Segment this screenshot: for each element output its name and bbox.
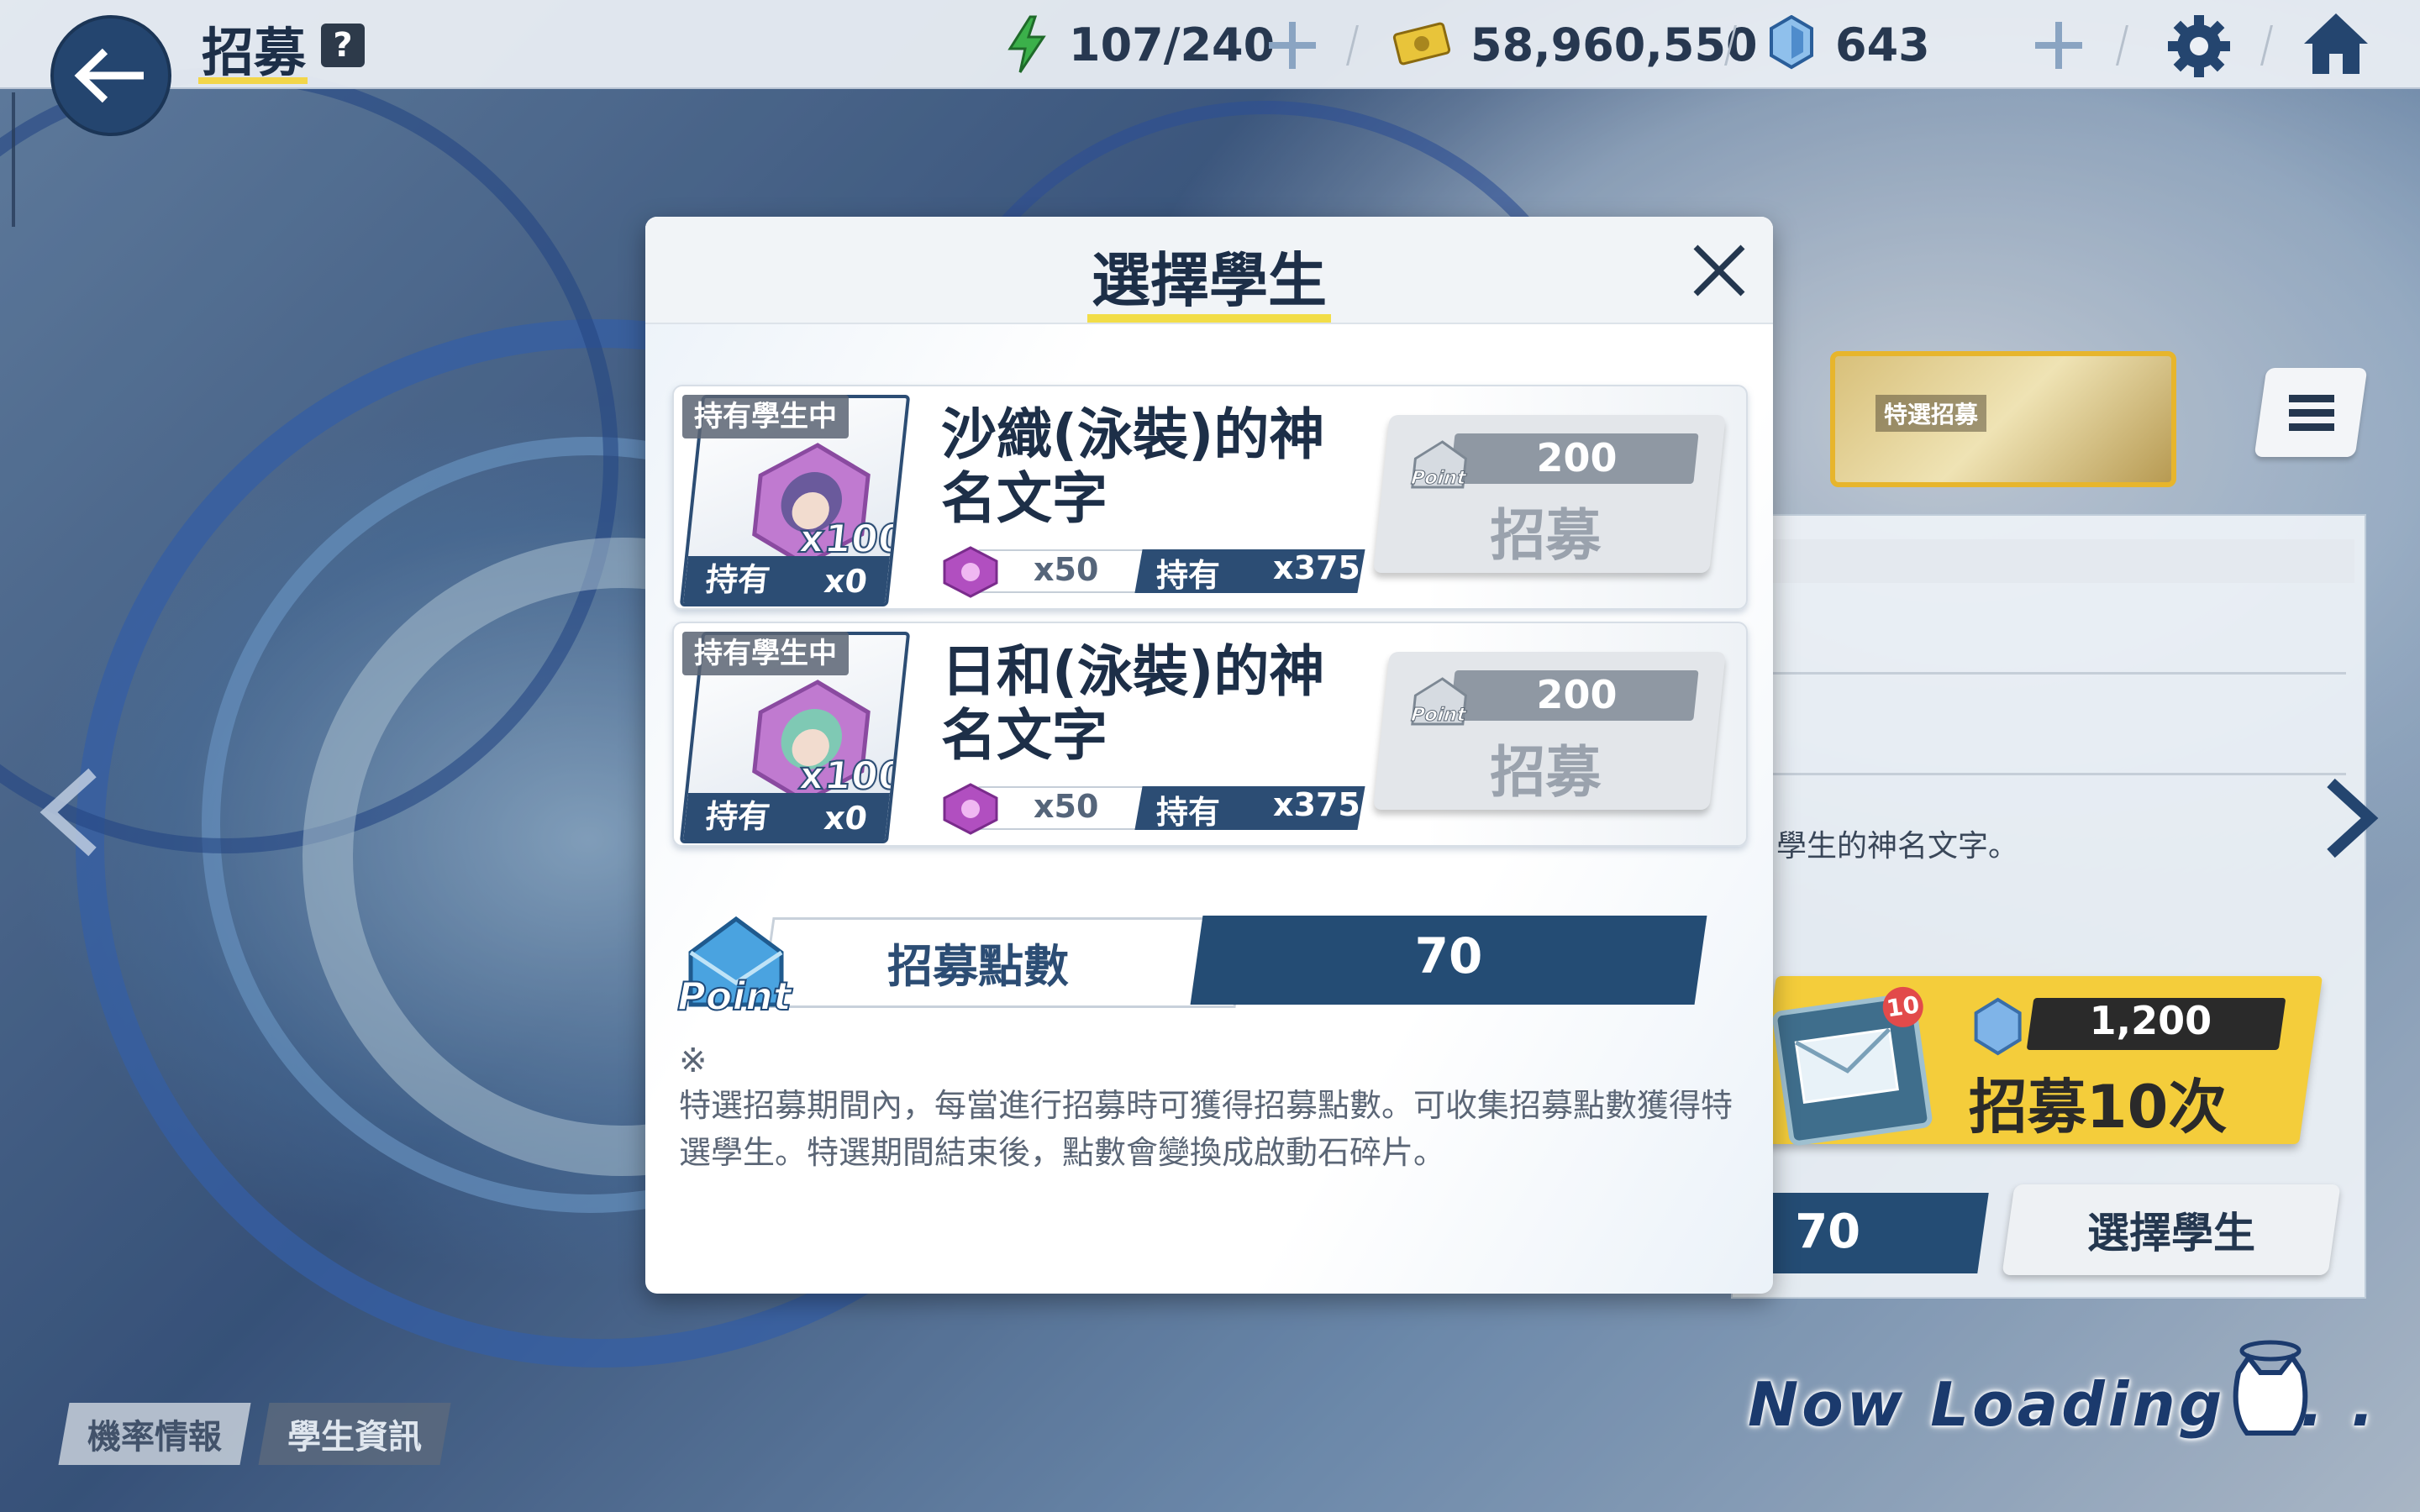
- hold-label: 持有: [703, 561, 772, 598]
- credits-value: 58,960,550: [1470, 18, 1758, 71]
- recruit-label: 招募: [1490, 503, 1602, 568]
- recruit-button[interactable]: Point 200 招募: [1373, 652, 1726, 810]
- banner-thumb-label: 特選招募: [1876, 395, 1987, 432]
- shard-icon: [943, 783, 998, 835]
- dialog-header: 選擇學生: [645, 217, 1773, 324]
- recruit-points-row: 招募點數 70 Point: [676, 911, 1751, 1020]
- point-envelope-icon: Point: [676, 916, 794, 1020]
- note-mark: ※: [679, 1042, 708, 1080]
- ap-bolt-icon: [1007, 15, 1046, 73]
- add-ap-icon[interactable]: [1265, 18, 1319, 72]
- prev-banner-arrow-icon[interactable]: [37, 766, 104, 858]
- portrait-footer: 持有 x0: [683, 556, 891, 603]
- select-student-button[interactable]: 選擇學生: [2002, 1184, 2341, 1275]
- tab-rates-label: 機率情報: [87, 1418, 222, 1457]
- recruit-cost: 200: [1536, 672, 1618, 717]
- select-student-label: 選擇學生: [2087, 1209, 2255, 1257]
- svg-text:Point: Point: [1410, 705, 1468, 726]
- student-card: x100 持有 x0 持有學生中 日和(泳裝)的神名文字 x50 持有 x375…: [672, 622, 1748, 847]
- recruit-cost: 200: [1536, 435, 1618, 480]
- shard-cost: x50: [1034, 788, 1099, 825]
- points-value: 70: [1414, 927, 1483, 984]
- shard-bar: x50 持有 x375: [941, 783, 1365, 835]
- title-underline: [1087, 314, 1331, 323]
- hold-value: x0: [822, 563, 870, 600]
- page-title: 招募: [202, 22, 307, 83]
- tab-rates[interactable]: 機率情報: [58, 1403, 251, 1465]
- banner-thumbnail[interactable]: 特選招募: [1830, 351, 2176, 487]
- gems-value: 643: [1835, 18, 1930, 71]
- portrait-count: x100: [796, 515, 908, 562]
- pyroxene-icon: [1974, 997, 2022, 1056]
- points-label: 招募點數: [887, 940, 1069, 993]
- add-gems-icon[interactable]: [2032, 18, 2086, 72]
- svg-text:Point: Point: [1410, 468, 1468, 489]
- recruit-10-button[interactable]: 1,200 招募10次 10: [1752, 976, 2323, 1147]
- shard-cost: x50: [1034, 551, 1099, 588]
- next-banner-arrow-icon[interactable]: [2321, 776, 2380, 860]
- portrait-footer: 持有 x0: [683, 793, 891, 840]
- recruit-button[interactable]: Point 200 招募: [1373, 415, 1726, 573]
- back-arrow-icon: [74, 48, 144, 103]
- menu-button[interactable]: [2254, 368, 2368, 457]
- shard-icon: [943, 546, 998, 598]
- shard-bar: x50 持有 x375: [941, 546, 1365, 598]
- top-bar: 招募 ? 107/240 58,960,550 643: [0, 0, 2420, 89]
- gear-icon[interactable]: [2166, 13, 2232, 79]
- point-envelope-icon: Point: [1410, 440, 1469, 489]
- divider: [1733, 672, 2346, 675]
- help-button[interactable]: ?: [321, 24, 365, 67]
- ticket-badge: 10: [1880, 984, 1926, 1030]
- hold-value: x0: [822, 800, 870, 837]
- ticket-icon: 10: [1771, 984, 1933, 1147]
- title-underline: [198, 77, 308, 84]
- separator: [2260, 25, 2273, 66]
- close-icon[interactable]: [1687, 239, 1751, 302]
- hamburger-icon: [2289, 395, 2334, 431]
- loading-mascot-icon: [2233, 1340, 2308, 1436]
- shard-hold-value: x375: [1273, 549, 1360, 586]
- tab-student-info[interactable]: 學生資訊: [258, 1403, 451, 1465]
- separator: [1346, 25, 1359, 66]
- owned-tag: 持有學生中: [682, 632, 849, 675]
- item-name: 日和(泳裝)的神名文字: [941, 639, 1325, 768]
- dialog-title: 選擇學生: [1092, 246, 1327, 315]
- panel-header-strip: [1733, 539, 2354, 583]
- divider: [1733, 773, 2346, 775]
- hold-label: 持有: [703, 798, 772, 835]
- shard-hold-label: 持有: [1156, 794, 1221, 831]
- select-student-dialog: 選擇學生 x100 持有 x0 持有學生中 沙織(泳裝)的神名文字 x50 持有…: [645, 217, 1773, 1294]
- pyroxene-icon: [1770, 15, 1813, 70]
- shard-hold-value: x375: [1273, 786, 1360, 823]
- credit-icon: [1392, 22, 1451, 66]
- recruit-label: 招募: [1490, 740, 1602, 805]
- separator: [2116, 25, 2128, 66]
- gacha-label: 招募10次: [1968, 1073, 2228, 1142]
- svg-text:Point: Point: [677, 974, 793, 1019]
- item-name: 沙織(泳裝)的神名文字: [941, 402, 1325, 531]
- owned-tag: 持有學生中: [682, 395, 849, 438]
- back-button[interactable]: [50, 15, 171, 136]
- home-icon[interactable]: [2301, 10, 2371, 77]
- tab-student-info-label: 學生資訊: [287, 1418, 422, 1457]
- portrait-count: x100: [796, 752, 908, 799]
- point-envelope-icon: Point: [1410, 677, 1469, 726]
- points-strip-value: 70: [1795, 1205, 1861, 1259]
- side-indicator: [12, 92, 15, 227]
- banner-info-panel: 學生的神名文字。: [1731, 514, 2366, 1299]
- ap-value: 107/240: [1069, 18, 1276, 71]
- banner-desc: 學生的神名文字。: [1776, 829, 2019, 864]
- student-card: x100 持有 x0 持有學生中 沙織(泳裝)的神名文字 x50 持有 x375…: [672, 385, 1748, 610]
- shard-hold-label: 持有: [1156, 557, 1221, 594]
- gacha-cost: 1,200: [2089, 998, 2212, 1043]
- note-text: 特選招募期間內，每當進行招募時可獲得招募點數。可收集招募點數獲得特選學生。特選期…: [679, 1087, 1733, 1171]
